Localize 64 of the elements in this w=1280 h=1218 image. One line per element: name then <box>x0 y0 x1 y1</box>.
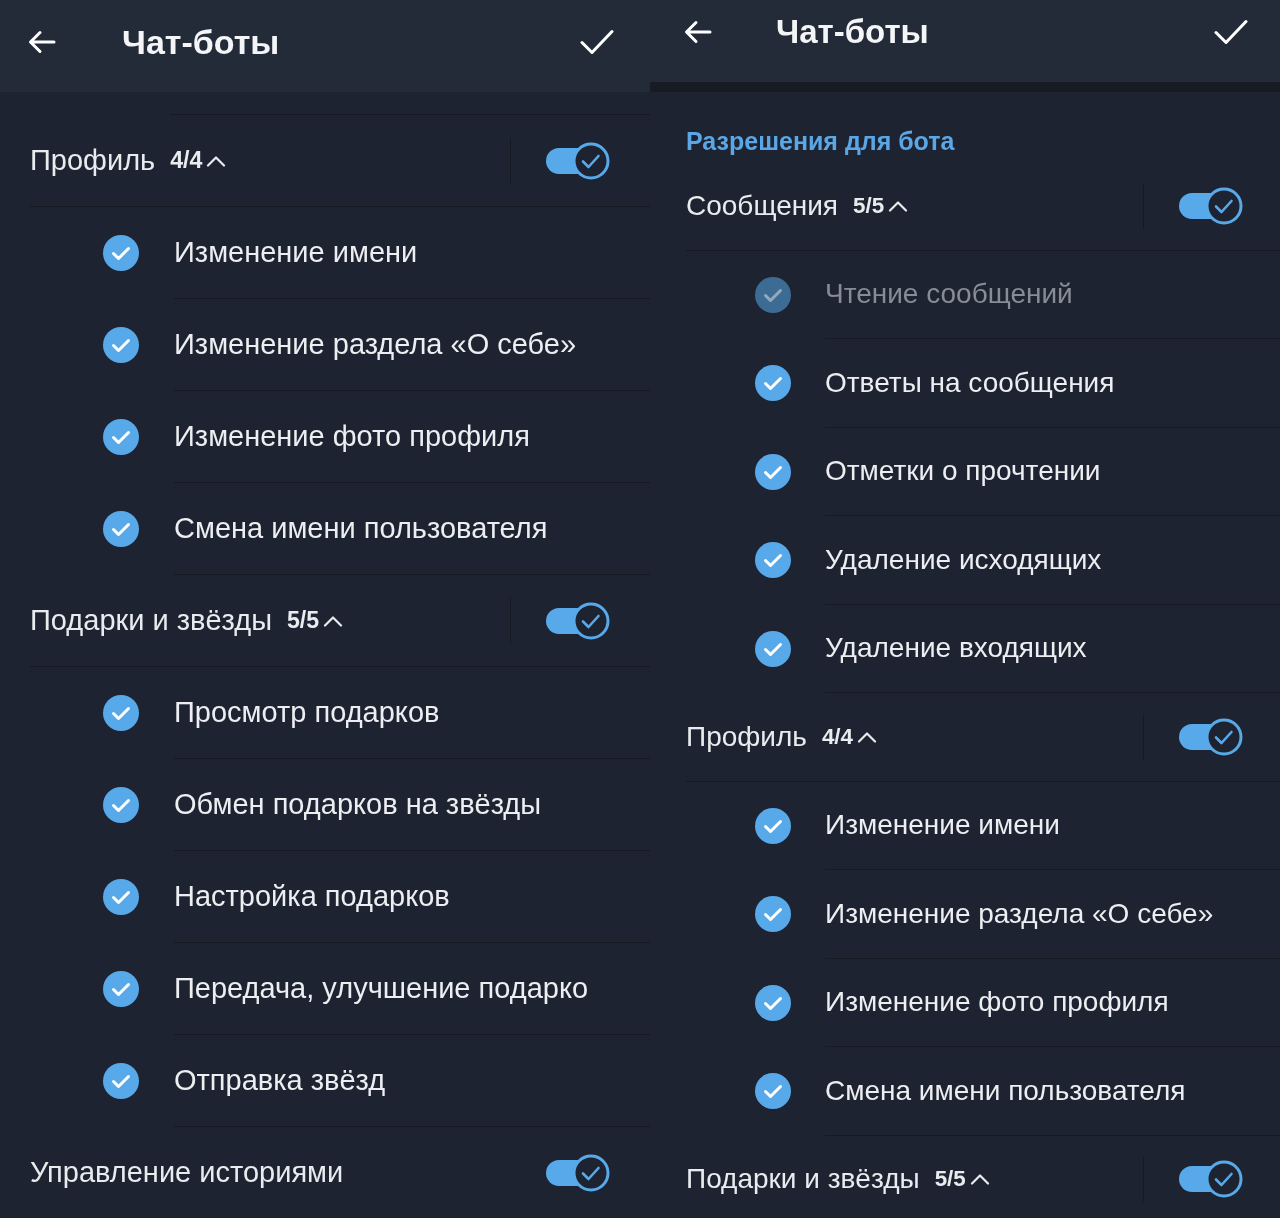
toggle-switch[interactable] <box>1179 716 1243 757</box>
permission-label: Обмен подарков на звёзды <box>174 788 542 821</box>
toggle-switch[interactable] <box>546 1152 610 1193</box>
checkbox[interactable] <box>103 787 139 823</box>
permission-label: Изменение раздела «О себе» <box>825 897 1214 930</box>
permission-label: Просмотр подарков <box>174 696 440 729</box>
chevron-up-icon[interactable] <box>969 1173 990 1186</box>
checkbox[interactable] <box>755 807 791 844</box>
checkbox[interactable] <box>755 984 791 1021</box>
permission-label: Удаление входящих <box>825 632 1087 665</box>
chevron-up-icon[interactable] <box>857 730 877 743</box>
checkbox[interactable] <box>103 327 139 363</box>
permission-label: Отправка звёзд <box>174 1064 386 1097</box>
checkbox[interactable] <box>755 365 791 402</box>
screen-title: Чат-боты <box>776 13 929 51</box>
permission-label: Передача, улучшение подарко <box>174 972 589 1005</box>
checkbox[interactable] <box>755 630 791 667</box>
toggle-switch[interactable] <box>1179 185 1243 226</box>
checkbox[interactable] <box>755 453 791 490</box>
permission-label: Изменение фото профиля <box>825 986 1169 1019</box>
group-label: Профиль <box>686 720 807 753</box>
group-label: Профиль <box>30 144 156 177</box>
checkbox[interactable] <box>103 879 139 915</box>
permission-label: Чтение сообщений <box>825 278 1073 311</box>
checkbox[interactable] <box>103 511 139 547</box>
group-label: Управление историями <box>30 1156 344 1189</box>
chevron-up-icon[interactable] <box>888 199 909 212</box>
back-arrow-icon[interactable] <box>684 20 712 44</box>
checkbox[interactable] <box>103 695 139 731</box>
counter-label: 5/5 <box>934 1166 966 1193</box>
permission-label: Удаление исходящих <box>825 543 1102 576</box>
check-icon[interactable] <box>580 29 614 55</box>
checkbox[interactable] <box>103 1063 139 1099</box>
checkbox[interactable] <box>103 235 139 271</box>
check-icon[interactable] <box>1214 19 1248 45</box>
section-heading: Разрешения для бота <box>685 125 956 157</box>
permission-label: Смена имени пользователя <box>174 512 548 545</box>
counter-label: 5/5 <box>852 192 885 219</box>
counter-label: 5/5 <box>286 607 320 634</box>
checkbox[interactable] <box>103 419 139 455</box>
permission-label: Изменение имени <box>825 809 1060 842</box>
group-label: Подарки и звёзды <box>686 1163 920 1196</box>
back-arrow-icon[interactable] <box>28 30 56 54</box>
group-label: Подарки и звёзды <box>30 604 272 637</box>
toggle-switch[interactable] <box>546 600 610 641</box>
toggle-switch[interactable] <box>1179 1159 1243 1200</box>
checkbox[interactable] <box>755 896 791 933</box>
screen-title: Чат-боты <box>122 22 280 62</box>
toggle-switch[interactable] <box>546 140 610 181</box>
chevron-up-icon[interactable] <box>323 614 344 627</box>
permission-label: Смена имени пользователя <box>825 1074 1186 1107</box>
permission-label: Ответы на сообщения <box>825 366 1115 399</box>
checkbox[interactable] <box>755 542 791 579</box>
counter-label: 4/4 <box>821 723 853 750</box>
chevron-up-icon[interactable] <box>206 154 227 167</box>
permission-label: Изменение фото профиля <box>174 420 530 453</box>
group-label: Сообщения <box>686 189 838 222</box>
permission-label: Отметки о прочтении <box>825 455 1101 488</box>
checkbox[interactable] <box>103 971 139 1007</box>
counter-label: 4/4 <box>170 147 203 174</box>
permission-label: Изменение имени <box>174 236 418 269</box>
checkbox[interactable] <box>755 1073 791 1110</box>
permission-label: Изменение раздела «О себе» <box>174 328 577 361</box>
permission-label: Настройка подарков <box>174 880 450 913</box>
